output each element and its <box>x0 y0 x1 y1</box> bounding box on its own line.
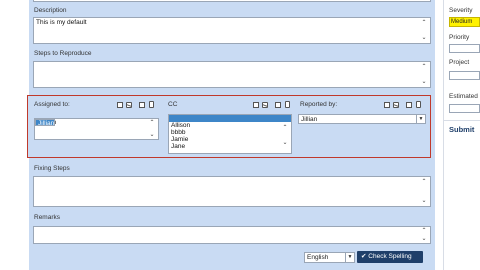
severity-label: Severity <box>449 7 473 14</box>
reported-value: Jillian <box>301 116 318 123</box>
chevron-down-icon[interactable]: ▼ <box>345 253 354 262</box>
reported-select[interactable]: Jillian ▼ <box>298 114 426 124</box>
priority-select[interactable] <box>449 44 480 53</box>
steps-label: Steps to Reproduce <box>34 50 92 57</box>
scroll-up-icon[interactable]: ⌃ <box>420 228 428 234</box>
description-label: Description <box>34 7 67 14</box>
phone-icon[interactable] <box>149 101 154 108</box>
list-item[interactable]: Jamie <box>169 136 291 143</box>
fixing-textarea[interactable]: ⌃ ⌄ <box>33 176 431 207</box>
list-item[interactable]: bbbb <box>169 129 291 136</box>
estimated-label: Estimated <box>449 93 478 100</box>
checkbox-icon[interactable] <box>253 102 259 108</box>
project-select[interactable] <box>449 71 480 80</box>
check-spelling-label: Check Spelling <box>368 253 412 260</box>
assigned-listbox[interactable]: Jillian Allison ⌃ ⌄ <box>34 118 159 140</box>
scroll-up-icon[interactable]: ⌃ <box>420 179 428 185</box>
scroll-down-icon[interactable]: ⌄ <box>148 132 156 138</box>
envelope-icon[interactable] <box>262 102 268 108</box>
checkbox-icon[interactable] <box>406 102 412 108</box>
list-item[interactable] <box>169 115 291 122</box>
estimated-field[interactable] <box>449 104 480 113</box>
list-item[interactable]: Jane <box>169 143 291 150</box>
bug-form-screen: Description This is my default ⌃ ⌄ Steps… <box>0 0 480 270</box>
scroll-up-icon[interactable]: ⌃ <box>420 64 428 70</box>
list-item[interactable]: Jillian <box>35 119 56 127</box>
phone-icon[interactable] <box>416 101 421 108</box>
reported-label: Reported by: <box>300 101 338 108</box>
scroll-down-icon[interactable]: ⌄ <box>420 79 428 85</box>
description-text: This is my default <box>36 19 87 26</box>
scroll-down-icon[interactable]: ⌄ <box>281 140 289 146</box>
cc-label: CC <box>168 101 178 108</box>
list-item[interactable]: Allison <box>169 122 291 129</box>
checkbox-icon[interactable] <box>139 102 145 108</box>
divider <box>444 120 480 121</box>
language-value: English <box>307 254 329 261</box>
cc-listbox[interactable]: Allison bbbb Jamie Jane ⌃ ⌄ <box>168 114 292 154</box>
remarks-label: Remarks <box>34 214 61 221</box>
assignment-group: Assigned to: Jillian Allison ⌃ ⌄ CC Alli… <box>27 95 431 158</box>
fixing-label: Fixing Steps <box>34 165 70 172</box>
remarks-textarea[interactable]: ⌃ ⌄ <box>33 226 431 244</box>
phone-icon[interactable] <box>285 101 290 108</box>
envelope-icon[interactable] <box>393 102 399 108</box>
checkbox-icon[interactable] <box>384 102 390 108</box>
scroll-up-icon[interactable]: ⌃ <box>420 20 428 26</box>
checkbox-icon[interactable] <box>117 102 123 108</box>
steps-textarea[interactable]: ⌃ ⌄ <box>33 61 431 88</box>
scroll-up-icon[interactable]: ⌃ <box>281 125 289 131</box>
chevron-down-icon[interactable]: ▼ <box>416 115 425 123</box>
project-label: Project <box>449 59 470 66</box>
summary-field[interactable] <box>33 0 431 2</box>
scroll-down-icon[interactable]: ⌄ <box>420 236 428 242</box>
submit-link[interactable]: Submit <box>449 125 474 134</box>
severity-select[interactable]: Medium <box>449 17 480 27</box>
scroll-up-icon[interactable]: ⌃ <box>148 120 156 126</box>
language-select[interactable]: English ▼ <box>304 252 355 263</box>
assigned-label: Assigned to: <box>34 101 70 108</box>
envelope-icon[interactable] <box>126 102 132 108</box>
scroll-down-icon[interactable]: ⌄ <box>420 198 428 204</box>
check-spelling-button[interactable]: ✔ Check Spelling <box>357 251 423 263</box>
checkbox-icon[interactable] <box>275 102 281 108</box>
scroll-down-icon[interactable]: ⌄ <box>420 35 428 41</box>
priority-label: Priority <box>449 34 470 41</box>
severity-value: Medium <box>451 19 473 25</box>
description-textarea[interactable]: This is my default ⌃ ⌄ <box>33 17 431 44</box>
